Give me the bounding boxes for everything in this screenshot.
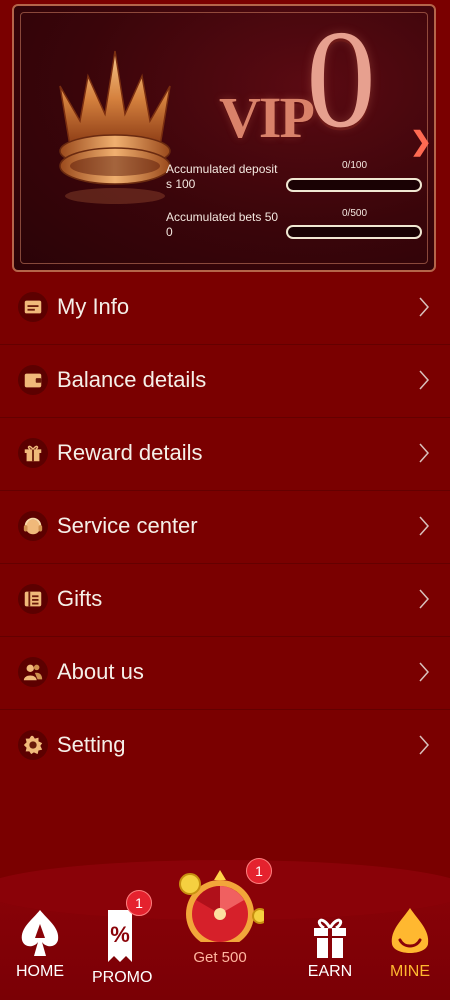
- chevron-right-icon: [419, 735, 430, 755]
- gear-icon: [18, 730, 48, 760]
- next-arrow-icon[interactable]: ❯: [408, 116, 434, 166]
- nav-home[interactable]: HOME: [14, 906, 66, 981]
- nav-get-500[interactable]: Get 500 1: [176, 858, 272, 966]
- mine-drop-icon: [391, 908, 429, 953]
- menu-label: Setting: [57, 732, 126, 757]
- gift-icon: [314, 918, 346, 958]
- bets-count: 0/500: [342, 208, 368, 219]
- nav-promo[interactable]: % PROMO 1: [92, 890, 153, 987]
- chevron-right-icon: [419, 589, 430, 609]
- gift-box-icon: [18, 438, 48, 468]
- promo-ticket-icon: %: [108, 910, 132, 962]
- menu-item-gifts[interactable]: Gifts: [0, 564, 450, 637]
- chevron-right-icon: [419, 443, 430, 463]
- bottom-nav: HOME % PROMO 1 Get 500 1 EARN MINE: [0, 858, 450, 1000]
- menu-item-service-center[interactable]: Service center: [0, 491, 450, 564]
- menu-label: Service center: [57, 513, 198, 538]
- menu-item-balance-details[interactable]: Balance details: [0, 345, 450, 418]
- nav-earn[interactable]: EARN: [304, 906, 356, 981]
- nav-get-500-label: Get 500: [193, 949, 247, 966]
- vip-card[interactable]: VIP 0 ❯ Accumulated deposit s 100 0/100 …: [12, 4, 436, 272]
- nav-promo-label: PROMO: [92, 969, 153, 986]
- crown-icon: [59, 50, 171, 204]
- spade-icon: [21, 910, 59, 956]
- svg-text:%: %: [110, 922, 130, 947]
- bets-progress-bar: [286, 225, 422, 239]
- ticket-icon: [18, 584, 48, 614]
- chevron-right-icon: [419, 662, 430, 682]
- menu-label: Balance details: [57, 367, 207, 392]
- menu-label: Gifts: [57, 586, 103, 611]
- chevron-right-icon: [419, 297, 430, 317]
- deposit-count: 0/100: [342, 160, 368, 171]
- get-500-badge: 1: [246, 858, 272, 884]
- accumulated-bets-label: Accumulated bets 50 0: [166, 210, 279, 239]
- nav-mine[interactable]: MINE: [384, 906, 436, 981]
- chevron-right-icon: [419, 370, 430, 390]
- menu-label: My Info: [57, 294, 130, 319]
- users-icon: [18, 657, 48, 687]
- menu-item-reward-details[interactable]: Reward details: [0, 418, 450, 491]
- account-menu: My Info Balance details Reward details S…: [0, 272, 450, 783]
- menu-item-about-us[interactable]: About us: [0, 637, 450, 710]
- nav-mine-label: MINE: [390, 963, 430, 980]
- accumulated-deposit-label: Accumulated deposit s 100: [166, 162, 278, 191]
- nav-earn-label: EARN: [307, 963, 353, 980]
- vip-level-number: 0: [306, 4, 376, 157]
- chevron-right-icon: [419, 516, 430, 536]
- wallet-icon: [18, 365, 48, 395]
- id-card-icon: [18, 292, 48, 322]
- menu-item-setting[interactable]: Setting: [0, 710, 450, 783]
- promo-badge: 1: [126, 890, 152, 916]
- headset-icon: [18, 511, 48, 541]
- vip-title: VIP: [219, 85, 315, 150]
- menu-label: About us: [57, 659, 144, 684]
- nav-home-label: HOME: [16, 963, 64, 980]
- deposit-progress-bar: [286, 178, 422, 192]
- menu-item-my-info[interactable]: My Info: [0, 272, 450, 345]
- menu-label: Reward details: [57, 440, 203, 465]
